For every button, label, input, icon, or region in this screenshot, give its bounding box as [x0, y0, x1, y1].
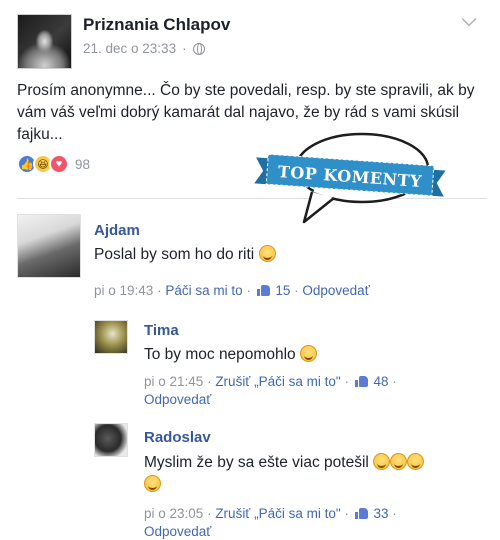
avatar[interactable] [94, 423, 128, 457]
comment-time[interactable]: pi o 23:05 [144, 506, 203, 521]
grinning-emoji-icon [390, 453, 408, 470]
comment-author[interactable]: Tima [144, 322, 179, 339]
unlike-button[interactable]: Zrušiť „Páči sa mi to" [215, 506, 340, 521]
comment-text-content: To by moc nepomohlo [144, 346, 296, 363]
comment-text: Myslim že by sa ešte viac potešil [144, 452, 474, 496]
comment-time[interactable]: pi o 21:45 [144, 374, 203, 389]
comment-time[interactable]: pi o 19:43 [94, 283, 153, 298]
comment-meta: pi o 23:05 · Zrušiť „Páči sa mi to" · 33… [144, 506, 397, 539]
comment-meta: pi o 21:45 · Zrušiť „Páči sa mi to" · 48… [144, 374, 397, 407]
like-count[interactable]: 33 [373, 506, 388, 521]
love-reaction-icon: ♥ [49, 154, 69, 174]
comment-meta: pi o 19:43 · Páči sa mi to · 15 · Odpove… [94, 283, 370, 298]
comment-text-content: Myslim že by sa ešte viac potešil [144, 454, 369, 471]
meta-separator: · [182, 41, 187, 56]
comment-text: Poslal by som ho do riti [94, 244, 276, 266]
like-icon [354, 507, 368, 519]
like-icon [354, 375, 368, 387]
page-avatar[interactable] [17, 14, 72, 69]
like-button[interactable]: Páči sa mi to [165, 283, 242, 298]
reaction-count: 98 [75, 156, 91, 172]
comment-author[interactable]: Radoslav [144, 429, 211, 446]
grinning-emoji-icon [407, 453, 425, 470]
comment-author[interactable]: Ajdam [94, 222, 140, 239]
unlike-button[interactable]: Zrušiť „Páči sa mi to" [215, 374, 340, 389]
reactions-bar[interactable]: 👍 😆 ♥ 98 [17, 154, 90, 174]
post-timestamp[interactable]: 21. dec o 23:33 [83, 41, 176, 56]
like-icon [256, 284, 270, 296]
reply-button[interactable]: Odpovedať [302, 283, 369, 298]
grinning-emoji-icon [373, 453, 391, 470]
like-count[interactable]: 48 [373, 374, 388, 389]
globe-icon [192, 42, 205, 55]
chevron-down-icon[interactable] [461, 11, 477, 27]
comment-text-content: Poslal by som ho do riti [94, 246, 255, 263]
comment-text: To by moc nepomohlo [144, 344, 317, 366]
avatar[interactable] [17, 214, 81, 278]
like-count[interactable]: 15 [275, 283, 290, 298]
reply-button[interactable]: Odpovedať [144, 392, 211, 407]
grinning-emoji-icon [258, 245, 276, 262]
post-meta: 21. dec o 23:33 · [83, 41, 205, 56]
reply-button[interactable]: Odpovedať [144, 524, 211, 539]
avatar[interactable] [94, 320, 128, 354]
grinning-emoji-icon [144, 475, 161, 492]
page-name[interactable]: Priznania Chlapov [83, 15, 230, 35]
grinning-emoji-icon [299, 345, 317, 362]
